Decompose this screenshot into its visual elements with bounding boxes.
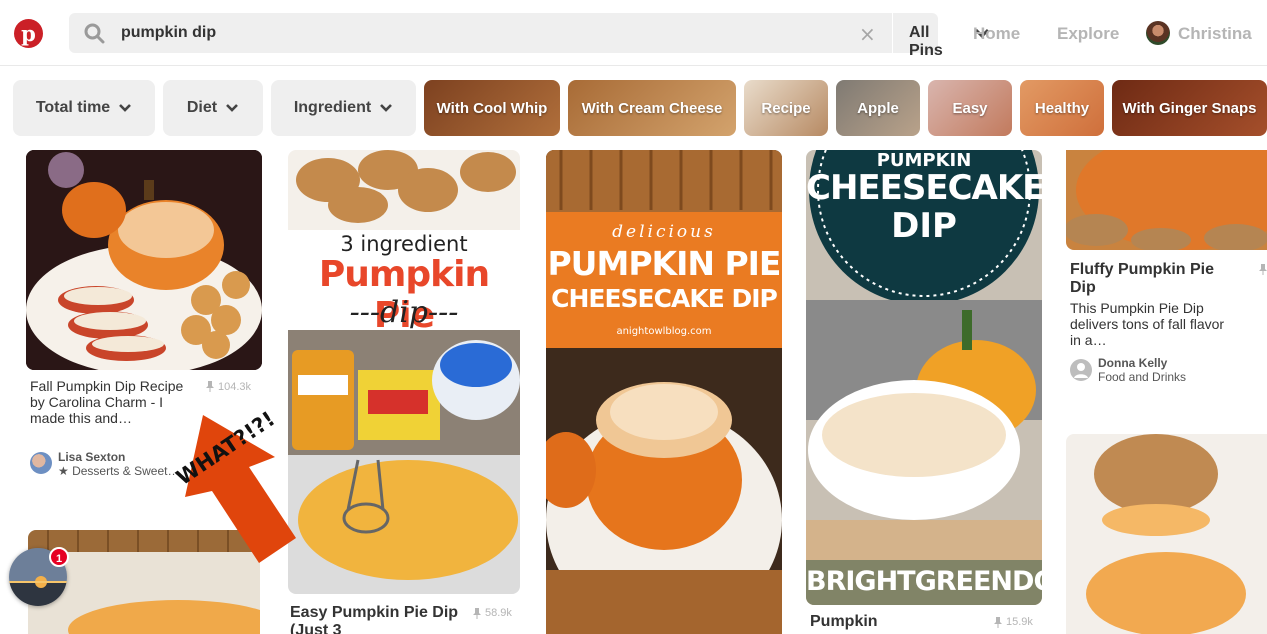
- pumpkin-dip-photo: [26, 150, 262, 370]
- pin-image-fall-pumpkin-dip[interactable]: [26, 150, 262, 370]
- image-caption-line3: CHEESECAKE DIP: [551, 284, 778, 313]
- guide-label: With Cool Whip: [436, 99, 548, 117]
- image-caption-line2: PUMPKIN PIE: [547, 244, 782, 283]
- guide-easy[interactable]: Easy: [928, 80, 1012, 136]
- pin-image-fluffy-pumpkin-pie-dip[interactable]: [1066, 150, 1267, 250]
- image-caption-line3: DIP: [891, 206, 957, 246]
- image-footer-text: BRIGHTGREENDOOR: [806, 566, 1042, 597]
- save-count: 104.3k: [218, 381, 252, 393]
- pin-title[interactable]: Easy Pumpkin Pie Dip (Just 3: [290, 604, 460, 634]
- svg-text:p: p: [21, 21, 36, 46]
- search-icon: [84, 23, 105, 44]
- guide-label: Easy: [952, 99, 988, 117]
- total-time-filter-button[interactable]: Total time: [13, 80, 155, 136]
- guide-with-ginger-snaps[interactable]: With Ginger Snaps: [1112, 80, 1267, 136]
- save-count: 58.9k: [485, 607, 512, 619]
- filter-label: Ingredient: [293, 99, 372, 116]
- ingredient-filter-button[interactable]: Ingredient: [271, 80, 416, 136]
- user-avatar[interactable]: [1146, 21, 1170, 45]
- image-caption-line1: 3 ingredient: [340, 232, 468, 256]
- search-bar[interactable]: pumpkin dip × All Pins: [69, 13, 990, 59]
- guide-label: With Ginger Snaps: [1122, 99, 1257, 117]
- pin-image-gingersnap-dip[interactable]: [1066, 434, 1267, 634]
- search-input[interactable]: pumpkin dip: [121, 24, 216, 42]
- guide-recipe[interactable]: Recipe: [744, 80, 828, 136]
- guide-label: Healthy: [1034, 99, 1090, 117]
- pin-title[interactable]: Fluffy Pumpkin Pie Dip: [1070, 261, 1230, 297]
- pinner-board[interactable]: ★ Desserts & Sweet…: [58, 464, 179, 478]
- pinner-board[interactable]: Food and Drinks: [1098, 370, 1186, 384]
- pinner-name[interactable]: Donna Kelly: [1098, 356, 1167, 370]
- pinner-name[interactable]: Lisa Sexton: [58, 450, 125, 464]
- guide-healthy[interactable]: Healthy: [1020, 80, 1104, 136]
- pin-description: This Pumpkin Pie Dip delivers tons of fa…: [1070, 300, 1225, 348]
- guide-apple[interactable]: Apple: [836, 80, 920, 136]
- chevron-down-icon: [119, 104, 132, 112]
- pin-title[interactable]: Pumpkin: [810, 613, 980, 631]
- save-count: 15.9k: [1006, 616, 1033, 628]
- filter-label: Total time: [35, 99, 111, 116]
- pin-image-easy-pumpkin-pie-dip[interactable]: 3 ingredient Pumpkin Pie ---dip---: [288, 150, 520, 594]
- image-caption-line3: ---dip---: [349, 295, 459, 330]
- search-divider: [892, 13, 893, 53]
- notification-badge[interactable]: 1: [49, 547, 69, 567]
- pin-icon: [1259, 264, 1267, 275]
- image-caption-line1: delicious: [612, 222, 716, 242]
- gingersnap-dip-photo: [1066, 434, 1267, 634]
- guide-label: Recipe: [761, 99, 811, 117]
- guide-label: Apple: [857, 99, 899, 117]
- chevron-down-icon: [380, 104, 393, 112]
- image-caption-line4: anightowlblog.com: [616, 326, 712, 337]
- chevron-down-icon: [226, 104, 239, 112]
- pin-icon: [206, 381, 214, 392]
- diet-filter-button[interactable]: Diet: [163, 80, 263, 136]
- nav-explore-link[interactable]: Explore: [1057, 24, 1119, 44]
- nav-user-link[interactable]: Christina: [1178, 24, 1252, 44]
- pin-icon: [473, 608, 481, 619]
- top-nav-bar: p pumpkin dip × All Pins Home Explore Ch…: [0, 0, 1267, 66]
- search-scope-dropdown[interactable]: All Pins: [909, 24, 943, 60]
- pinterest-logo-icon[interactable]: p: [14, 19, 43, 48]
- pumpkin-pie-dip-collage: [288, 150, 520, 594]
- pin-image-pumpkin-cheesecake-dip[interactable]: PUMPKIN CHEESECAKE DIP BRIGHTGREENDOOR: [806, 150, 1042, 605]
- pin-title[interactable]: Fall Pumpkin Dip Recipe by Carolina Char…: [30, 378, 190, 426]
- pin-icon: [994, 617, 1002, 628]
- guide-label: With Cream Cheese: [581, 99, 723, 117]
- default-avatar-icon[interactable]: [1070, 359, 1092, 381]
- guide-with-cream-cheese[interactable]: With Cream Cheese: [568, 80, 736, 136]
- fluffy-dip-photo: [1066, 150, 1267, 250]
- pin-image-pumpkin-pie-cheesecake-dip[interactable]: delicious PUMPKIN PIE CHEESECAKE DIP ani…: [546, 150, 782, 634]
- clear-search-icon[interactable]: ×: [859, 22, 876, 46]
- image-caption-line2: CHEESECAKE: [806, 168, 1042, 208]
- nav-home-link[interactable]: Home: [973, 24, 1020, 44]
- filter-label: Diet: [186, 99, 218, 116]
- guide-with-cool-whip[interactable]: With Cool Whip: [424, 80, 560, 136]
- pinner-avatar[interactable]: [30, 452, 52, 474]
